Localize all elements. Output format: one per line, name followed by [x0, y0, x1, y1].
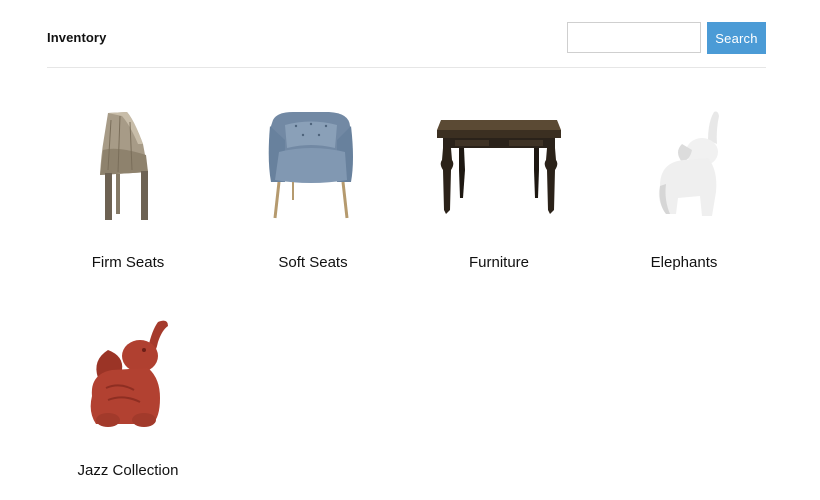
category-label[interactable]: Jazz Collection [28, 462, 228, 479]
category-label[interactable]: Elephants [584, 254, 784, 271]
white-elephant-figurine-image[interactable] [604, 100, 764, 230]
category-label[interactable]: Firm Seats [28, 254, 228, 271]
search-input[interactable] [567, 22, 701, 53]
category-label[interactable]: Furniture [399, 254, 599, 271]
red-elephant-figurine-image[interactable] [48, 308, 208, 438]
wooden-table-image[interactable] [419, 100, 579, 230]
search-button[interactable]: Search [707, 22, 766, 54]
category-label[interactable]: Soft Seats [213, 254, 413, 271]
header-bar: Inventory Search [47, 0, 766, 68]
wooden-stool-image[interactable] [48, 100, 208, 230]
blue-armchair-image[interactable] [233, 100, 393, 230]
page-title: Inventory [47, 30, 107, 45]
